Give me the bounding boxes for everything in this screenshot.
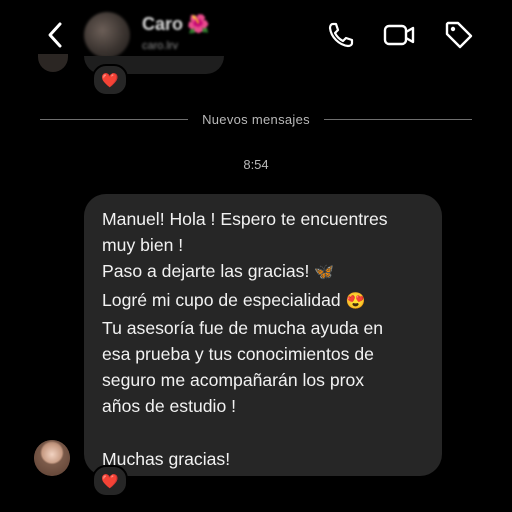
message-line: Tu asesoría fue de mucha ayuda en: [102, 317, 384, 338]
message-line: muy bien !: [102, 235, 184, 256]
divider-line-left: [40, 118, 189, 120]
sender-avatar-hair: [34, 440, 70, 476]
previous-message-reaction[interactable]: ❤️: [92, 64, 128, 96]
back-button[interactable]: [40, 20, 70, 50]
message-bubble[interactable]: Manuel! Hola ! Espero te encuentres muy …: [84, 194, 442, 476]
contact-name-text: Caro: [142, 14, 184, 34]
sender-avatar[interactable]: [34, 440, 70, 476]
message-line: esa prueba y tus conocimientos de: [102, 344, 374, 365]
video-icon: [383, 24, 415, 46]
phone-icon: [328, 22, 354, 48]
tag-icon: [445, 21, 473, 49]
back-icon: [48, 22, 62, 48]
contact-username: caro.lrv: [142, 40, 179, 52]
butterfly-icon: 🦋: [314, 264, 335, 282]
chat-header: Caro 🌺 caro.lrv: [0, 0, 512, 70]
contact-avatar[interactable]: [84, 12, 130, 58]
contact-name[interactable]: Caro 🌺: [142, 14, 209, 35]
message-timestamp: 8:54: [243, 157, 269, 172]
heart-icon: ❤️: [101, 472, 119, 489]
tag-button[interactable]: [442, 18, 476, 52]
message-line: Muchas gracias!: [102, 448, 231, 469]
video-call-button[interactable]: [382, 18, 416, 52]
message-reaction[interactable]: ❤️: [92, 465, 128, 497]
divider-line-right: [323, 118, 473, 120]
message-line: Paso a dejarte las gracias! 🦋: [102, 258, 424, 286]
message-line: seguro me acompañarán los prox: [102, 370, 365, 391]
message-line-text: Logré mi cupo de especialidad: [102, 289, 341, 310]
divider-label: Nuevos mensajes: [202, 111, 310, 127]
heart-icon: ❤️: [101, 71, 119, 88]
message-line-text: Paso a dejarte las gracias!: [102, 261, 310, 282]
message-line: años de estudio !: [102, 396, 237, 417]
heart-eyes-icon: 😍: [345, 292, 366, 310]
call-button[interactable]: [324, 18, 358, 52]
new-messages-divider: Nuevos mensajes: [40, 108, 473, 130]
message-line: Manuel! Hola ! Espero te encuentres: [102, 209, 388, 229]
message-line: Logré mi cupo de especialidad 😍: [102, 287, 424, 315]
flower-icon: 🌺: [187, 14, 210, 34]
